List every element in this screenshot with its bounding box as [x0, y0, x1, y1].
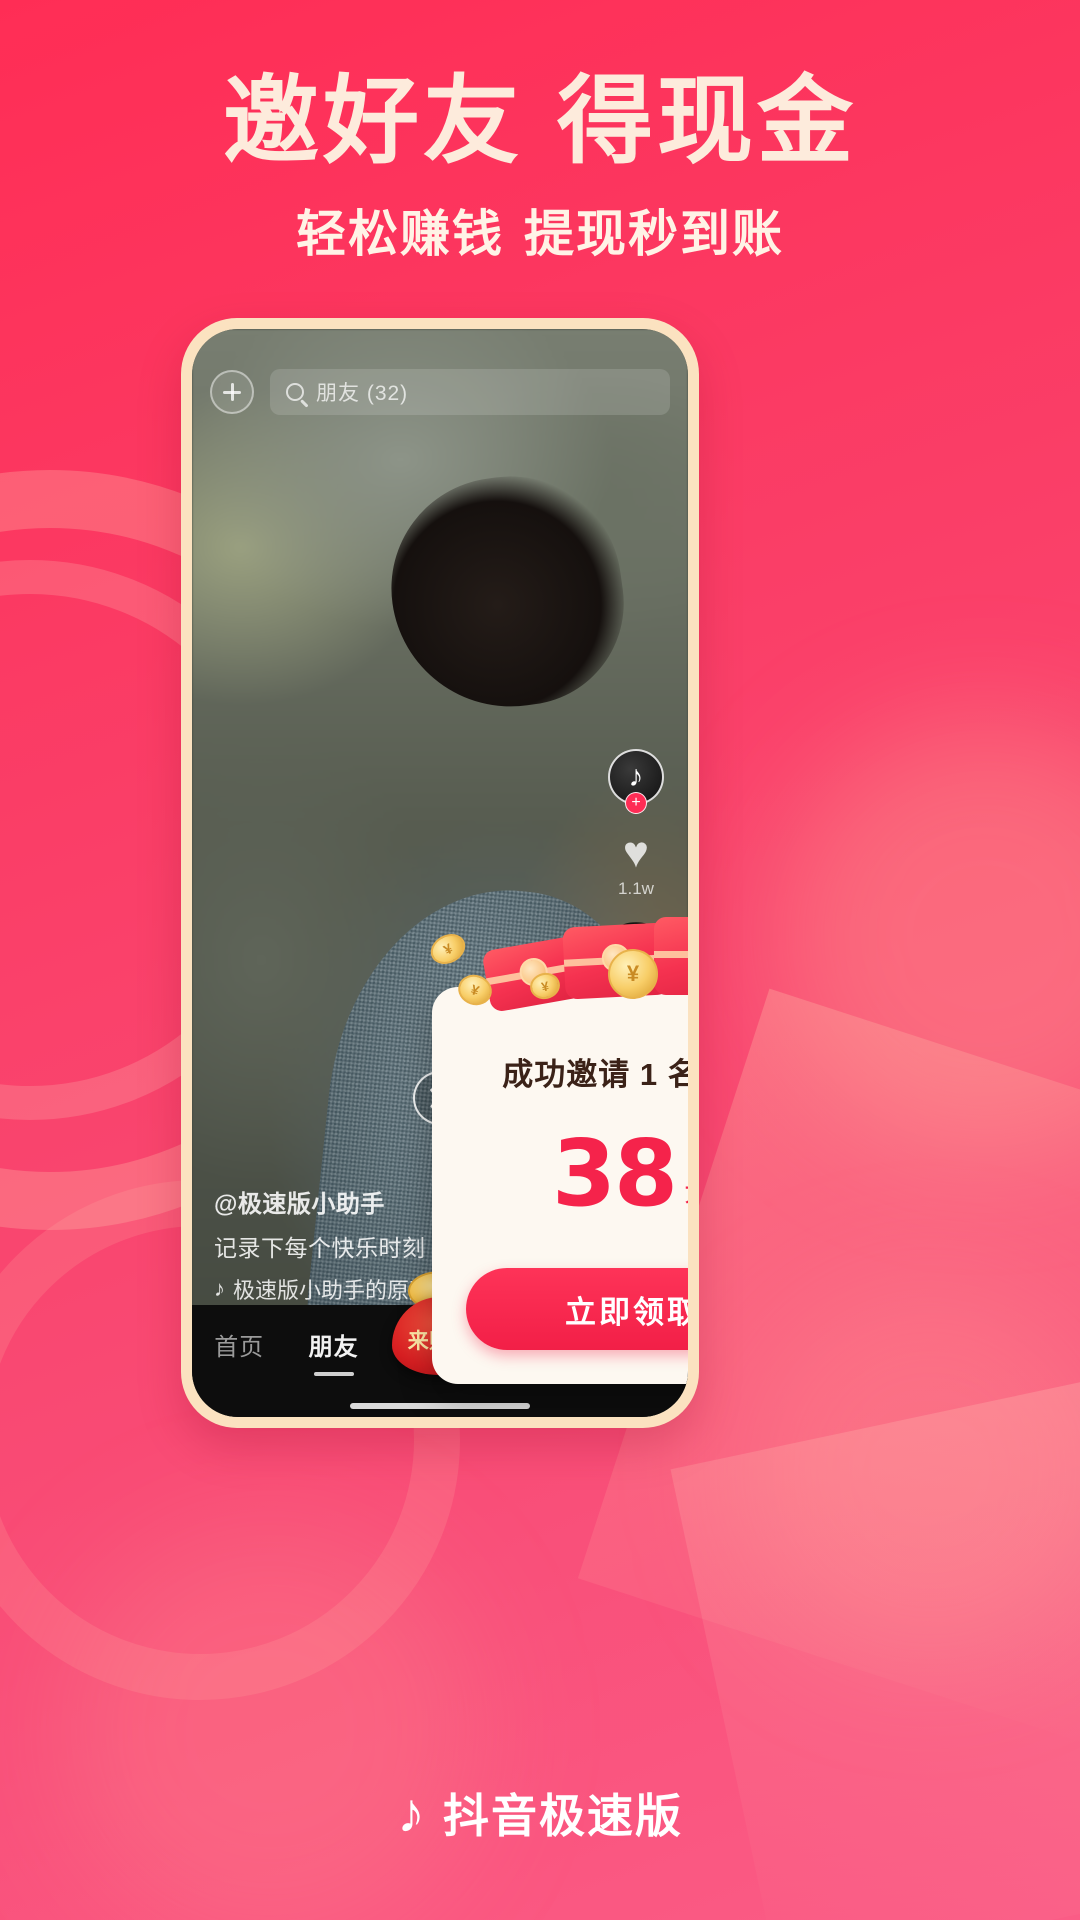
poster-headline: 邀好友 得现金	[0, 65, 1080, 177]
reward-amount-unit: 元	[684, 1166, 688, 1220]
tab-home[interactable]: 首页	[196, 1327, 282, 1362]
reward-modal-title: 成功邀请 1 名好友	[502, 1057, 688, 1092]
reward-modal: ¥ ¥ ¥ ¥ ¥ ¥ 成功邀请 1 名好友 38 元 立即领取	[425, 917, 688, 1384]
headline-part-1: 邀好友	[223, 65, 523, 177]
comment-action[interactable]: 💬 1.1w	[609, 925, 664, 993]
brand-name: 抖音极速版	[443, 1790, 683, 1842]
decor-glow-3	[60, 1520, 480, 1920]
heart-icon: ♥	[622, 828, 650, 877]
promo-poster: 邀好友 得现金 轻松赚钱 提现秒到账 朋友 (32) ♪ + ♥ 1.1w 💬 …	[0, 0, 1080, 1920]
subheadline-part-2: 提现秒到账	[524, 204, 784, 263]
headline-part-2: 得现金	[557, 65, 857, 177]
reward-amount: 38	[551, 1120, 678, 1227]
subheadline-part-1: 轻松赚钱	[296, 204, 504, 263]
like-count: 1.1w	[618, 879, 654, 898]
comment-icon: 💬	[608, 922, 664, 971]
avatar[interactable]: ♪ +	[608, 749, 664, 814]
home-indicator	[350, 1403, 530, 1409]
app-header: 朋友 (32)	[192, 369, 688, 415]
search-placeholder: 朋友 (32)	[316, 382, 409, 405]
brand-footer: ♪ 抖音极速版	[0, 1780, 1080, 1846]
tab-friends-label: 朋友	[308, 1334, 359, 1361]
video-music-title: 极速版小助手的原声	[233, 1278, 432, 1303]
plus-icon[interactable]	[210, 370, 254, 414]
tab-active-indicator	[313, 1372, 354, 1376]
reward-amount-row: 38 元	[466, 1128, 688, 1220]
douyin-note-icon: ♪	[397, 1781, 425, 1844]
music-note-icon: ♪	[214, 1276, 225, 1301]
tab-friends[interactable]: 朋友	[291, 1327, 377, 1376]
tab-home-label: 首页	[214, 1334, 265, 1361]
claim-button[interactable]: 立即领取	[466, 1268, 688, 1350]
poster-subheadline: 轻松赚钱 提现秒到账	[0, 194, 1080, 266]
decor-glow-2	[740, 1280, 1080, 1660]
decor-glow-1	[770, 720, 1080, 1150]
poster-headline-block: 邀好友 得现金 轻松赚钱 提现秒到账	[0, 65, 1080, 266]
like-action[interactable]: ♥ 1.1w	[618, 831, 654, 899]
search-input[interactable]: 朋友 (32)	[270, 369, 670, 415]
search-icon	[286, 383, 304, 401]
follow-plus-badge[interactable]: +	[625, 792, 647, 814]
phone-mockup: 朋友 (32) ♪ + ♥ 1.1w 💬 1.1w ★	[181, 318, 699, 1428]
phone-screen: 朋友 (32) ♪ + ♥ 1.1w 💬 1.1w ★	[192, 329, 688, 1417]
